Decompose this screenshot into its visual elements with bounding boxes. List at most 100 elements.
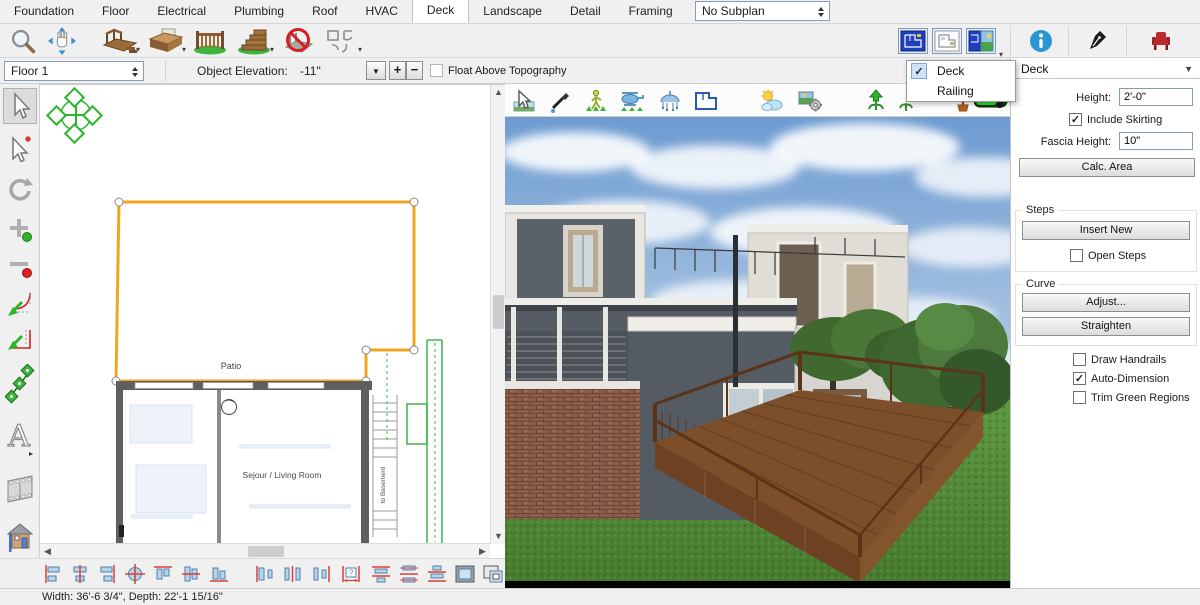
align-left-button[interactable] <box>40 562 66 586</box>
scroll-down-icon[interactable]: ▼ <box>491 529 506 544</box>
plan-2d-view[interactable]: Patio Sejour / Living Room <box>40 84 505 558</box>
deck-with-railing-icon <box>102 27 138 55</box>
tab-deck[interactable]: Deck <box>412 0 469 23</box>
furniture-button[interactable] <box>1138 26 1184 56</box>
walkthrough-tool-button[interactable] <box>3 468 37 510</box>
panel-dropdown-caret[interactable]: ▼ <box>1184 64 1193 74</box>
align-bottom-button[interactable] <box>206 562 232 586</box>
view-2d-button[interactable] <box>898 28 928 54</box>
steps-tool-button[interactable]: ▾ <box>234 26 274 56</box>
subplan-select[interactable]: No Subplan <box>695 1 830 21</box>
menu-item-deck[interactable]: ✓ Deck <box>907 61 1015 81</box>
compass-widget[interactable] <box>47 88 101 142</box>
text-tool-button[interactable]: A <box>3 414 37 460</box>
select-tool-button[interactable] <box>3 88 37 124</box>
annotation-pen-button[interactable] <box>1076 26 1122 56</box>
info-button[interactable] <box>1018 26 1064 56</box>
hedge-tool-button[interactable] <box>3 362 37 406</box>
scroll-right-icon[interactable]: ▶ <box>475 544 490 559</box>
orbit-view-tool-button[interactable] <box>657 88 683 114</box>
eyedropper-tool-button[interactable] <box>547 88 573 114</box>
railing-tool-button[interactable] <box>190 26 230 56</box>
distribute-middle-button[interactable] <box>396 562 422 586</box>
deck-platform-tool-button[interactable]: ▾ <box>146 26 186 56</box>
tab-hvac[interactable]: HVAC <box>351 0 411 23</box>
square-corner-tool-button[interactable] <box>3 322 37 358</box>
space-right-button[interactable] <box>308 562 334 586</box>
align-middle-button[interactable] <box>178 562 204 586</box>
plan-green-region[interactable] <box>387 340 442 543</box>
distribute-top-button[interactable] <box>368 562 394 586</box>
floor-spinner-icon[interactable] <box>129 64 141 80</box>
fillet-corner-tool-button[interactable] <box>3 286 37 322</box>
insert-new-button[interactable]: Insert New <box>1022 221 1190 240</box>
elevation-view-tool-button[interactable] <box>3 516 37 560</box>
elevation-decrease-button[interactable]: − <box>406 61 423 80</box>
daylight-settings-button[interactable] <box>759 88 785 114</box>
select-3d-tool-button[interactable] <box>511 88 537 114</box>
tab-electrical[interactable]: Electrical <box>143 0 220 23</box>
draw-handrails-checkbox[interactable] <box>1073 353 1086 366</box>
tab-framing[interactable]: Framing <box>615 0 687 23</box>
auto-shapes-tool-button[interactable]: ▾ <box>322 26 362 56</box>
include-skirting-checkbox[interactable]: ✓ <box>1069 113 1082 126</box>
platform-tool-dropdown-caret[interactable]: ▾ <box>182 45 186 54</box>
tab-roof[interactable]: Roof <box>298 0 351 23</box>
flyby-tool-button[interactable] <box>619 88 645 114</box>
deck-node-handles[interactable] <box>112 198 418 385</box>
trim-green-regions-checkbox[interactable] <box>1073 391 1086 404</box>
elevation-dropdown-button[interactable]: ▼ <box>366 61 386 80</box>
remove-deck-tool-button[interactable] <box>278 26 318 56</box>
view-plan-button[interactable] <box>932 28 962 54</box>
straighten-button[interactable]: Straighten <box>1022 317 1190 336</box>
distribute-bottom-button[interactable] <box>424 562 450 586</box>
remove-point-tool-button[interactable] <box>3 250 37 286</box>
render-3d-view[interactable] <box>505 84 1010 588</box>
align-top-button[interactable] <box>150 562 176 586</box>
subplan-spinner-icon[interactable] <box>815 4 827 20</box>
render-settings-button[interactable] <box>797 88 823 114</box>
calc-area-button[interactable]: Calc. Area <box>1019 158 1195 177</box>
space-center-button[interactable] <box>280 562 306 586</box>
pan-tool-button[interactable] <box>44 26 80 56</box>
view-split-2d-3d-button[interactable] <box>966 28 996 54</box>
scroll-left-icon[interactable]: ◀ <box>40 544 55 559</box>
tab-detail[interactable]: Detail <box>556 0 615 23</box>
align-center-vertical-button[interactable] <box>67 562 93 586</box>
zoom-tool-button[interactable] <box>6 26 40 56</box>
shapes-tool-dropdown-caret[interactable]: ▾ <box>358 45 362 54</box>
steps-tool-dropdown-caret[interactable]: ▾ <box>270 45 274 54</box>
center-in-plan-button[interactable] <box>122 562 148 586</box>
menu-item-rail[interactable]: Railing <box>907 81 1015 101</box>
plan-horizontal-scrollbar[interactable]: ◀ ▶ <box>40 543 490 558</box>
select-special-tool-button[interactable] <box>3 130 37 166</box>
grow-plants-button[interactable] <box>863 88 889 114</box>
custom-spacing-button[interactable]: ? <box>338 562 364 586</box>
fit-to-frame-button[interactable] <box>452 562 478 586</box>
plan-overlay-tool-button[interactable] <box>693 88 719 114</box>
tab-plumbing[interactable]: Plumbing <box>220 0 298 23</box>
plan-vertical-scrollbar[interactable]: ▲ ▼ <box>490 85 505 544</box>
tab-foundation[interactable]: Foundation <box>0 0 88 23</box>
space-left-button[interactable] <box>252 562 278 586</box>
deck-with-railing-tool-button[interactable]: ▾ <box>100 26 140 56</box>
walkthrough-3d-tool-button[interactable] <box>583 88 609 114</box>
add-point-tool-button[interactable] <box>3 212 37 248</box>
elevation-increase-button[interactable]: + <box>389 61 406 80</box>
rotate-tool-button[interactable] <box>3 172 37 208</box>
open-steps-checkbox[interactable] <box>1070 249 1083 262</box>
align-right-button[interactable] <box>94 562 120 586</box>
height-input[interactable] <box>1119 88 1193 106</box>
auto-dimension-checkbox[interactable]: ✓ <box>1073 372 1086 385</box>
deck-tool-dropdown-caret[interactable]: ▾ <box>136 45 140 54</box>
tab-floor[interactable]: Floor <box>88 0 143 23</box>
floor-select[interactable]: Floor 1 <box>4 61 144 81</box>
float-above-topography-checkbox[interactable] <box>430 64 443 77</box>
adjust-button[interactable]: Adjust... <box>1022 293 1190 312</box>
nested-frames-button[interactable] <box>480 562 506 586</box>
scroll-up-icon[interactable]: ▲ <box>491 85 506 100</box>
deck-outline[interactable] <box>112 198 418 385</box>
tab-landscape[interactable]: Landscape <box>469 0 556 23</box>
fascia-height-input[interactable] <box>1119 132 1193 150</box>
panel-header[interactable]: Deck ▼ <box>1011 58 1200 79</box>
